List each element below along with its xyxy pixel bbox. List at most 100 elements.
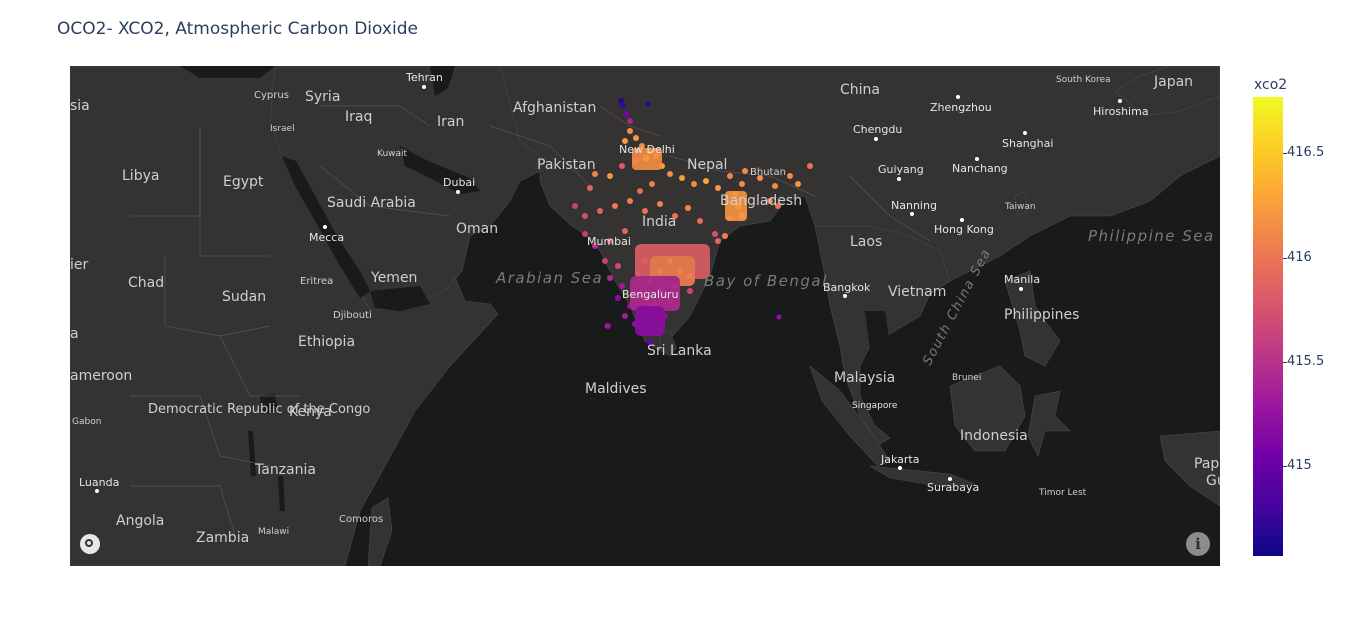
cluster-cell: [635, 306, 665, 336]
data-point[interactable]: [637, 188, 643, 194]
data-point[interactable]: [715, 185, 721, 191]
data-point[interactable]: [615, 263, 621, 269]
label-edge-papua: Pap: [1194, 456, 1219, 472]
mapbox-logo-icon[interactable]: [80, 534, 100, 554]
label-afghanistan: Afghanistan: [513, 100, 596, 116]
label-surabaya: Surabaya: [927, 481, 979, 494]
data-point[interactable]: [776, 314, 782, 320]
data-point[interactable]: [795, 181, 801, 187]
data-point[interactable]: [722, 233, 728, 239]
label-bangladesh: Bangladesh: [720, 193, 802, 209]
label-edge-asia: sia: [70, 98, 90, 114]
data-point[interactable]: [697, 218, 703, 224]
label-manila: Manila: [1004, 273, 1040, 286]
data-point[interactable]: [703, 178, 709, 184]
info-icon[interactable]: i: [1186, 532, 1210, 556]
data-point[interactable]: [633, 135, 639, 141]
data-point[interactable]: [612, 203, 618, 209]
label-edge-cameroon: ameroon: [70, 368, 132, 384]
data-point[interactable]: [607, 173, 613, 179]
data-point[interactable]: [572, 203, 578, 209]
data-point[interactable]: [615, 295, 621, 301]
colorbar-tick-label: 415.5: [1287, 353, 1325, 369]
data-point[interactable]: [622, 228, 628, 234]
label-sudan: Sudan: [222, 289, 266, 305]
label-angola: Angola: [116, 513, 164, 529]
data-point[interactable]: [620, 103, 626, 109]
data-point[interactable]: [727, 173, 733, 179]
label-vietnam: Vietnam: [888, 284, 946, 300]
data-point[interactable]: [691, 181, 697, 187]
label-eritrea: Eritrea: [300, 276, 333, 287]
data-point[interactable]: [623, 111, 629, 117]
label-taiwan: Taiwan: [1004, 202, 1036, 212]
label-tehran: Tehran: [405, 71, 443, 84]
colorbar-tick-label: 416: [1287, 249, 1312, 265]
city-dot: [843, 294, 847, 298]
madagascar-land: [367, 497, 393, 566]
data-point[interactable]: [604, 323, 610, 329]
label-srilanka: Sri Lanka: [647, 343, 712, 359]
data-point[interactable]: [622, 313, 628, 319]
label-libya: Libya: [122, 168, 159, 184]
label-south-korea: South Korea: [1056, 75, 1111, 85]
city-dot: [956, 95, 960, 99]
label-new-delhi: New Delhi: [619, 143, 675, 156]
data-point[interactable]: [602, 258, 608, 264]
city-dot: [910, 212, 914, 216]
label-bay-of-bengal: Bay of Bengal: [704, 272, 828, 290]
data-point[interactable]: [627, 198, 633, 204]
city-dot: [422, 85, 426, 89]
data-point[interactable]: [627, 118, 633, 124]
label-zhengzhou: Zhengzhou: [930, 101, 992, 114]
label-shanghai: Shanghai: [1002, 137, 1053, 150]
map-panel[interactable]: Syria Iraq Iran Afghanistan Pakistan Ind…: [70, 66, 1220, 566]
label-malaysia: Malaysia: [834, 370, 895, 386]
label-kuwait: Kuwait: [377, 149, 408, 159]
city-dot: [897, 177, 901, 181]
data-point[interactable]: [712, 231, 718, 237]
data-point[interactable]: [619, 163, 625, 169]
label-nanchang: Nanchang: [952, 162, 1008, 175]
label-arabian-sea: Arabian Sea: [495, 269, 603, 287]
city-dot: [874, 137, 878, 141]
label-timor-leste: Timor Lest: [1038, 488, 1087, 498]
data-point[interactable]: [627, 128, 633, 134]
label-iran: Iran: [437, 114, 464, 130]
label-india: India: [642, 214, 676, 230]
label-bengaluru: Bengaluru: [622, 288, 679, 301]
label-comoros: Comoros: [339, 514, 383, 525]
data-point[interactable]: [787, 173, 793, 179]
data-point[interactable]: [649, 181, 655, 187]
data-point[interactable]: [657, 201, 663, 207]
data-point[interactable]: [597, 208, 603, 214]
label-chengdu: Chengdu: [853, 123, 902, 136]
label-hong-kong: Hong Kong: [934, 223, 994, 236]
data-point[interactable]: [587, 185, 593, 191]
label-gabon: Gabon: [72, 417, 101, 427]
label-luanda: Luanda: [79, 476, 119, 489]
label-egypt: Egypt: [223, 174, 264, 190]
colorbar: [1253, 97, 1283, 556]
map-canvas[interactable]: Syria Iraq Iran Afghanistan Pakistan Ind…: [70, 66, 1220, 566]
label-singapore: Singapore: [852, 401, 898, 411]
label-cyprus: Cyprus: [254, 90, 289, 101]
data-point[interactable]: [582, 213, 588, 219]
data-point[interactable]: [685, 205, 691, 211]
data-point[interactable]: [687, 288, 693, 294]
data-point[interactable]: [807, 163, 813, 169]
data-point[interactable]: [645, 101, 651, 107]
sulawesi-land: [1027, 390, 1071, 457]
data-point[interactable]: [679, 175, 685, 181]
label-bhutan: Bhutan: [750, 167, 786, 178]
label-maldives: Maldives: [585, 381, 647, 397]
data-point[interactable]: [739, 181, 745, 187]
city-dot: [975, 157, 979, 161]
data-point[interactable]: [715, 238, 721, 244]
data-point[interactable]: [772, 183, 778, 189]
label-philippine-sea: Philippine Sea: [1088, 227, 1215, 245]
data-point[interactable]: [607, 275, 613, 281]
colorbar-title: xco2: [1254, 77, 1288, 93]
data-point[interactable]: [742, 168, 748, 174]
data-point[interactable]: [667, 171, 673, 177]
